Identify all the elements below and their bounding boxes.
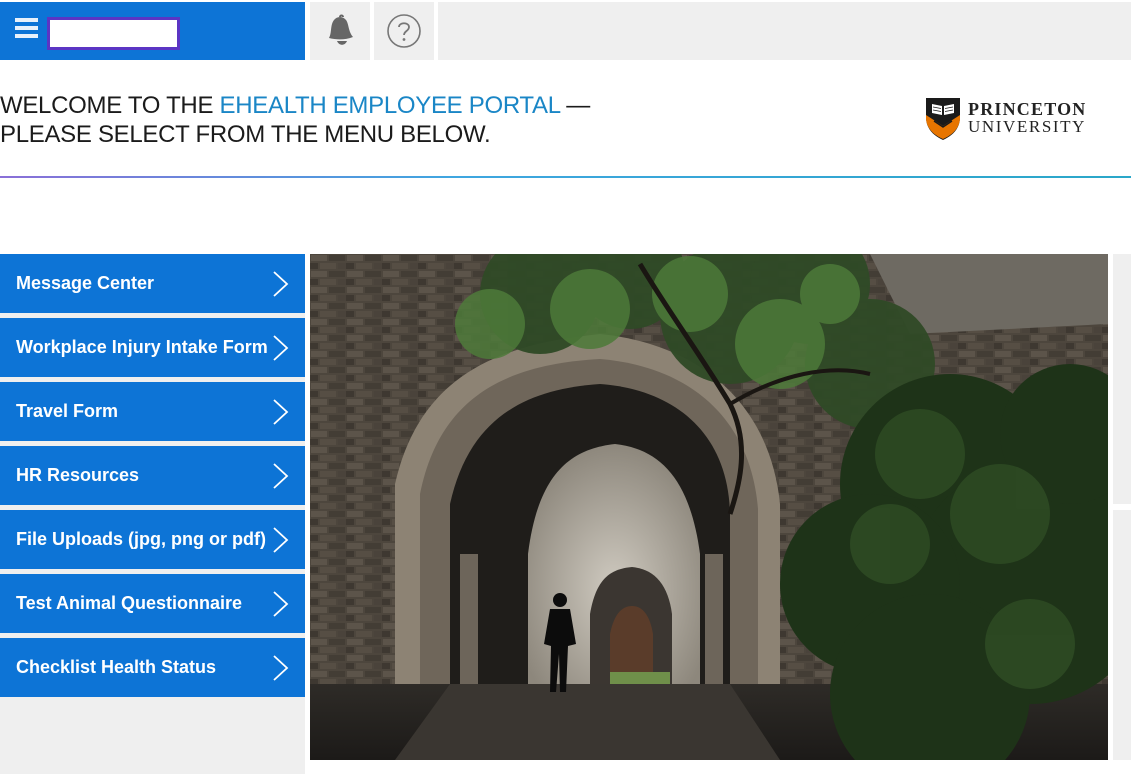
menu-item-label: Travel Form [16, 401, 119, 421]
princeton-logo: PRINCETON UNIVERSITY [924, 95, 1086, 141]
menu-item-checklist-health-status[interactable]: Checklist Health Status [0, 638, 305, 697]
menu-item-label: HR Resources [16, 465, 140, 485]
chevron-right-icon [273, 335, 289, 361]
chevron-right-icon [273, 655, 289, 681]
header-divider [0, 176, 1131, 178]
menu-item-label: Test Animal Questionnaire [16, 593, 243, 613]
menu-item-workplace-injury-intake-form[interactable]: Workplace Injury Intake Form [0, 318, 305, 377]
bell-icon [329, 14, 353, 45]
sidebar-menu: Message Center Workplace Injury Intake F… [0, 254, 305, 774]
chevron-right-icon [273, 527, 289, 553]
chevron-right-icon [273, 463, 289, 489]
campus-archway-illustration [310, 254, 1108, 760]
menu-item-label: Message Center [16, 273, 155, 293]
welcome-prefix: WELCOME TO THE [0, 92, 220, 119]
scroll-gutter [1113, 254, 1131, 760]
welcome-line-1: WELCOME TO THE EHEALTH EMPLOYEE PORTAL — [0, 91, 590, 120]
toolbar-background [438, 2, 1131, 60]
menu-item-message-center[interactable]: Message Center [0, 254, 305, 313]
portal-name: EHEALTH EMPLOYEE PORTAL [219, 92, 561, 119]
question-circle-icon [387, 14, 421, 48]
chevron-right-icon [273, 271, 289, 297]
menu-item-label: File Uploads (jpg, png or pdf) [16, 529, 266, 549]
logo-line-2: UNIVERSITY [968, 117, 1086, 136]
campus-archway-photo [310, 254, 1108, 760]
menu-item-label: Workplace Injury Intake Form [16, 337, 268, 357]
search-input[interactable] [47, 17, 180, 50]
princeton-shield-icon [926, 98, 960, 140]
chevron-right-icon [273, 399, 289, 425]
logo-line-1: PRINCETON [968, 99, 1087, 119]
menu-item-test-animal-questionnaire[interactable]: Test Animal Questionnaire [0, 574, 305, 633]
help-button[interactable] [374, 2, 434, 60]
page-title: WELCOME TO THE EHEALTH EMPLOYEE PORTAL —… [0, 91, 590, 149]
welcome-line-2: PLEASE SELECT FROM THE MENU BELOW. [0, 121, 491, 148]
chevron-right-icon [273, 591, 289, 617]
hamburger-menu-icon[interactable] [15, 18, 38, 38]
welcome-dash: — [559, 92, 590, 119]
menu-item-travel-form[interactable]: Travel Form [0, 382, 305, 441]
notifications-button[interactable] [310, 2, 370, 60]
menu-item-hr-resources[interactable]: HR Resources [0, 446, 305, 505]
top-bar [0, 0, 1131, 62]
menu-item-file-uploads[interactable]: File Uploads (jpg, png or pdf) [0, 510, 305, 569]
menu-bar [0, 2, 305, 60]
menu-item-label: Checklist Health Status [16, 657, 217, 677]
